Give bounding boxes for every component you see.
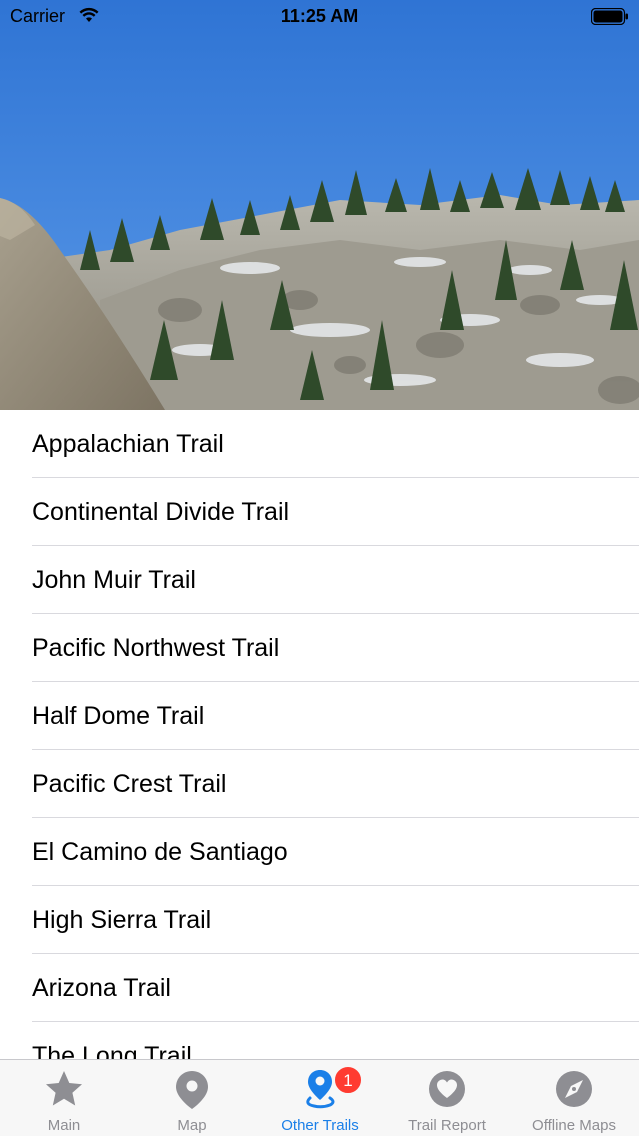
trail-name: The Long Trail: [32, 1042, 192, 1060]
clock: 11:25 AM: [280, 6, 359, 26]
status-bar: Carrier 11:25 AM: [0, 0, 639, 34]
tab-label: Offline Maps: [532, 1117, 616, 1134]
battery-icon: [590, 7, 629, 26]
trail-name: Half Dome Trail: [32, 702, 205, 730]
list-item[interactable]: John Muir Trail: [0, 546, 639, 614]
tab-label: Main: [47, 1117, 81, 1134]
tab-trail-report[interactable]: Trail Report: [383, 1060, 511, 1136]
tab-offline-maps[interactable]: Offline Maps: [510, 1060, 638, 1136]
list-item[interactable]: Pacific Northwest Trail: [0, 614, 639, 682]
tab-label: Trail Report: [408, 1117, 486, 1134]
trail-name: Arizona Trail: [32, 974, 171, 1002]
header-photo: [0, 0, 639, 410]
mountain-landscape-image: [0, 0, 639, 410]
list-item[interactable]: Half Dome Trail: [0, 682, 639, 750]
list-item[interactable]: Appalachian Trail: [0, 410, 639, 478]
tab-main[interactable]: Main: [0, 1060, 128, 1136]
trail-name: Pacific Northwest Trail: [32, 634, 280, 662]
trail-name: John Muir Trail: [32, 566, 196, 594]
list-item[interactable]: The Long Trail: [0, 1022, 639, 1060]
compass-icon: [554, 1068, 594, 1110]
map-pin-icon: [172, 1068, 212, 1110]
notification-badge: 1: [334, 1066, 362, 1094]
heart-icon: [427, 1068, 467, 1110]
tab-label: Other Trails: [281, 1117, 359, 1134]
trail-name: Continental Divide Trail: [32, 498, 290, 526]
tab-map[interactable]: Map: [128, 1060, 256, 1136]
trail-name: Appalachian Trail: [32, 430, 224, 458]
list-item[interactable]: High Sierra Trail: [0, 886, 639, 954]
trail-name: Pacific Crest Trail: [32, 770, 227, 798]
tab-bar: Main Map 1 Other Trails Trail Report Off…: [0, 1059, 639, 1136]
list-item[interactable]: Continental Divide Trail: [0, 478, 639, 546]
trail-list[interactable]: Appalachian Trail Continental Divide Tra…: [0, 410, 639, 1060]
list-item[interactable]: Pacific Crest Trail: [0, 750, 639, 818]
trail-name: El Camino de Santiago: [32, 838, 288, 866]
list-item[interactable]: Arizona Trail: [0, 954, 639, 1022]
star-icon: [44, 1068, 84, 1110]
trail-name: High Sierra Trail: [32, 906, 212, 934]
tab-other-trails[interactable]: 1 Other Trails: [256, 1060, 384, 1136]
tab-label: Map: [177, 1117, 207, 1134]
list-item[interactable]: El Camino de Santiago: [0, 818, 639, 886]
